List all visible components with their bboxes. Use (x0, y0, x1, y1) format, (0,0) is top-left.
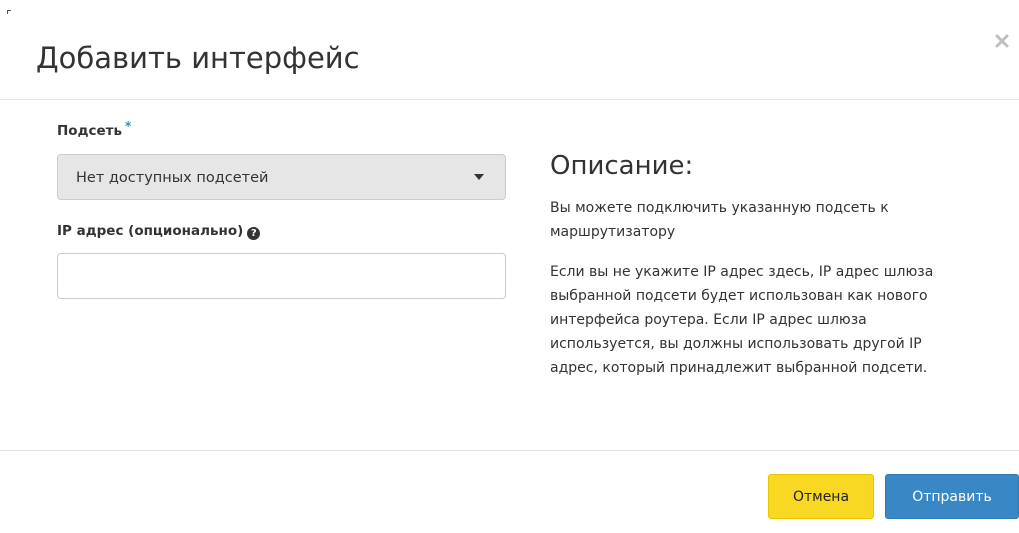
add-interface-dialog: Добавить интерфейс Подсеть * Нет доступны… (0, 0, 1019, 533)
ip-address-label-text: IP адрес (опционально) (57, 223, 244, 239)
subnet-label: Подсеть * (57, 118, 132, 141)
ip-address-input[interactable] (57, 253, 506, 299)
subnet-label-text: Подсеть (57, 123, 122, 139)
description-paragraph-2: Если вы не укажите IP адрес здесь, IP ад… (550, 264, 934, 376)
subnet-select-value: Нет доступных подсетей (76, 170, 269, 186)
dialog-title: Добавить интерфейс (36, 41, 360, 75)
description-paragraph-1: Вы можете подключить указанную подсеть к… (550, 200, 889, 240)
ip-address-label: IP адрес (опционально)? (57, 221, 261, 241)
question-circle-icon[interactable]: ? (247, 227, 261, 240)
description-heading: Описание: (550, 151, 694, 181)
submit-button[interactable]: Отправить (885, 474, 1019, 519)
cancel-button[interactable]: Отмена (768, 474, 874, 519)
required-mark: * (125, 118, 132, 133)
modal-footer: Отмена Отправить (0, 450, 1019, 533)
description-panel: Описание: Вы можете подключить указанную… (550, 148, 970, 376)
modal-header: Добавить интерфейс (0, 0, 1019, 100)
subnet-select[interactable]: Нет доступных подсетей (57, 154, 506, 200)
close-icon[interactable] (994, 33, 1014, 53)
caret-down-icon (474, 174, 484, 180)
